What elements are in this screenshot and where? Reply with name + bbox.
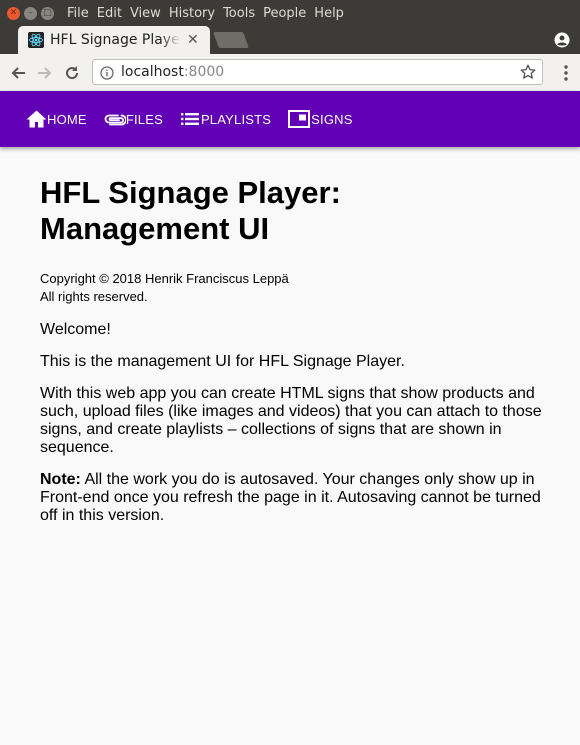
- new-tab-button[interactable]: [213, 32, 249, 48]
- sign-icon: [288, 110, 311, 128]
- window-maximize-button[interactable]: □: [41, 6, 54, 20]
- window-minimize-button[interactable]: –: [24, 6, 37, 20]
- back-arrow-icon[interactable]: [9, 64, 27, 82]
- nav-playlists-label: PLAYLISTS: [200, 111, 272, 127]
- list-icon: [180, 112, 201, 126]
- nav-signs-link[interactable]: SIGNS: [288, 110, 352, 128]
- note-label: Note:: [40, 471, 81, 488]
- copyright-notice: Copyright © 2018 Henrik Franciscus Leppä…: [40, 270, 545, 306]
- nav-playlists-link[interactable]: PLAYLISTS: [180, 112, 271, 127]
- menu-view[interactable]: View: [130, 6, 161, 21]
- copyright-line: Copyright © 2018 Henrik Franciscus Leppä: [40, 271, 289, 286]
- welcome-text: Welcome!: [40, 321, 111, 338]
- nav-files-link[interactable]: FILES: [104, 112, 163, 127]
- react-favicon-icon: [28, 32, 44, 48]
- bookmark-star-icon[interactable]: [520, 64, 536, 80]
- tab-title: HFL Signage Player: Management UI: [50, 32, 180, 48]
- menu-help[interactable]: Help: [314, 6, 344, 21]
- window-controls: ✕ – □: [7, 6, 54, 20]
- reload-icon[interactable]: [63, 64, 81, 82]
- profile-icon[interactable]: [554, 32, 570, 48]
- menu-people[interactable]: People: [263, 6, 306, 21]
- menu-tools[interactable]: Tools: [223, 6, 255, 21]
- page-title-line1: HFL Signage Player:: [40, 175, 341, 210]
- intro-text: This is the management UI for HFL Signag…: [40, 353, 405, 370]
- page-title-line2: Management UI: [40, 211, 270, 246]
- menu-bar: File Edit View History Tools People Help: [67, 6, 352, 21]
- address-bar[interactable]: localhost:8000: [92, 59, 543, 85]
- nav-files-label: FILES: [125, 111, 163, 127]
- url-text: localhost:8000: [121, 64, 224, 80]
- url-host: localhost: [121, 64, 184, 80]
- description-text: With this web app you can create HTML si…: [40, 385, 542, 456]
- menu-file[interactable]: File: [67, 6, 89, 21]
- menu-history[interactable]: History: [169, 6, 215, 21]
- app-nav-bar: HOME FILES PLAYLISTS SIGNS: [0, 91, 580, 147]
- browser-menu-icon[interactable]: [564, 65, 568, 81]
- browser-toolbar: localhost:8000: [0, 54, 580, 92]
- url-port: :8000: [183, 64, 225, 80]
- note-paragraph: Note: All the work you do is autosaved. …: [40, 471, 545, 525]
- nav-home-link[interactable]: HOME: [26, 110, 87, 128]
- main-content: HFL Signage Player: Management UI Copyri…: [40, 175, 545, 525]
- forward-arrow-icon[interactable]: [36, 64, 54, 82]
- window-close-button[interactable]: ✕: [7, 6, 20, 20]
- page-title: HFL Signage Player: Management UI: [40, 175, 545, 247]
- note-text: All the work you do is autosaved. Your c…: [40, 471, 541, 524]
- window-titlebar: ✕ – □ File Edit View History Tools Peopl…: [0, 0, 580, 26]
- tab-strip: HFL Signage Player: Management UI ✕: [0, 26, 580, 54]
- home-icon: [26, 110, 47, 128]
- paperclip-icon: [104, 112, 126, 126]
- menu-edit[interactable]: Edit: [97, 6, 122, 21]
- rights-line: All rights reserved.: [40, 289, 148, 304]
- browser-tab[interactable]: HFL Signage Player: Management UI ✕: [18, 26, 210, 54]
- tab-close-icon[interactable]: ✕: [187, 32, 199, 48]
- nav-home-label: HOME: [47, 111, 87, 127]
- nav-signs-label: SIGNS: [311, 111, 353, 127]
- info-icon[interactable]: [100, 65, 114, 80]
